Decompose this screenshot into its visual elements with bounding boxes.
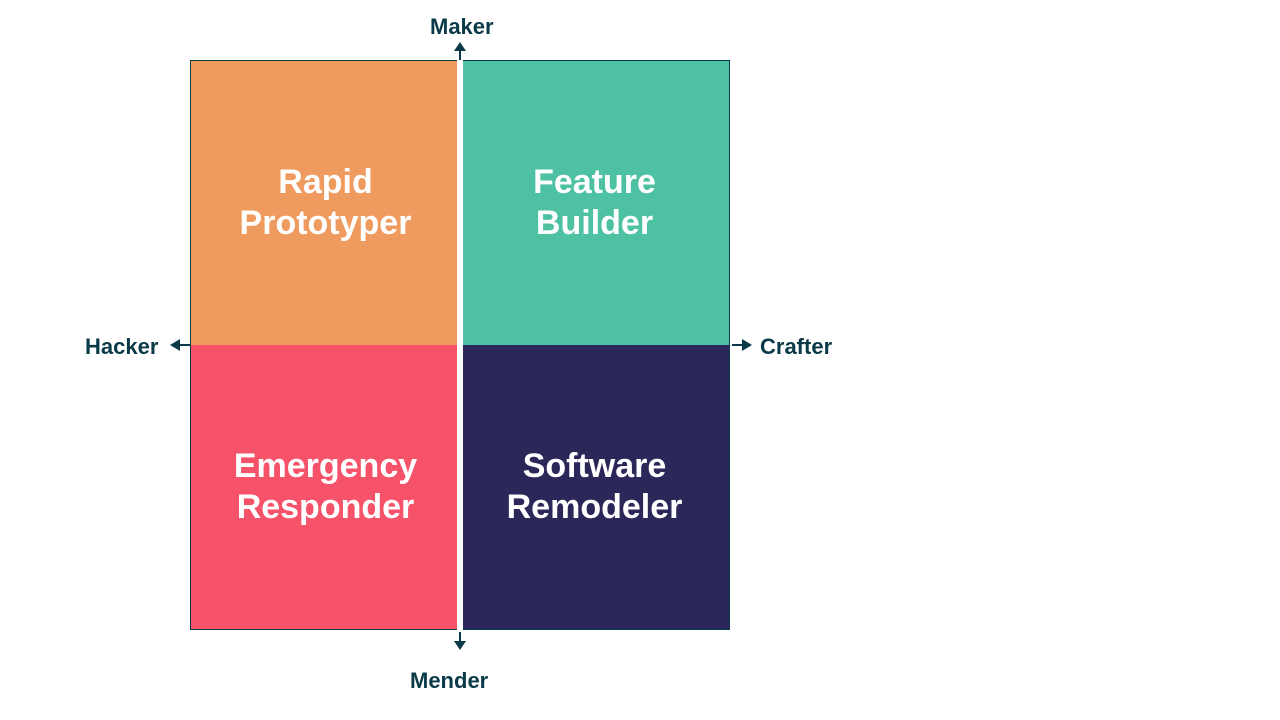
- quadrant-top-right: Feature Builder: [460, 61, 729, 345]
- arrow-down-icon: [452, 632, 468, 650]
- axis-label-right: Crafter: [760, 334, 832, 360]
- arrow-up-icon: [452, 42, 468, 60]
- arrow-left-icon: [170, 337, 190, 353]
- arrow-right-icon: [732, 337, 752, 353]
- axis-label-bottom: Mender: [410, 668, 488, 694]
- quadrant-bottom-left: Emergency Responder: [191, 345, 460, 629]
- axis-label-left: Hacker: [85, 334, 158, 360]
- quadrant-diagram: Rapid Prototyper Feature Builder Emergen…: [0, 0, 1280, 720]
- quadrant-top-left: Rapid Prototyper: [191, 61, 460, 345]
- axis-label-top: Maker: [430, 14, 494, 40]
- vertical-divider: [457, 60, 463, 630]
- quadrant-bottom-right: Software Remodeler: [460, 345, 729, 629]
